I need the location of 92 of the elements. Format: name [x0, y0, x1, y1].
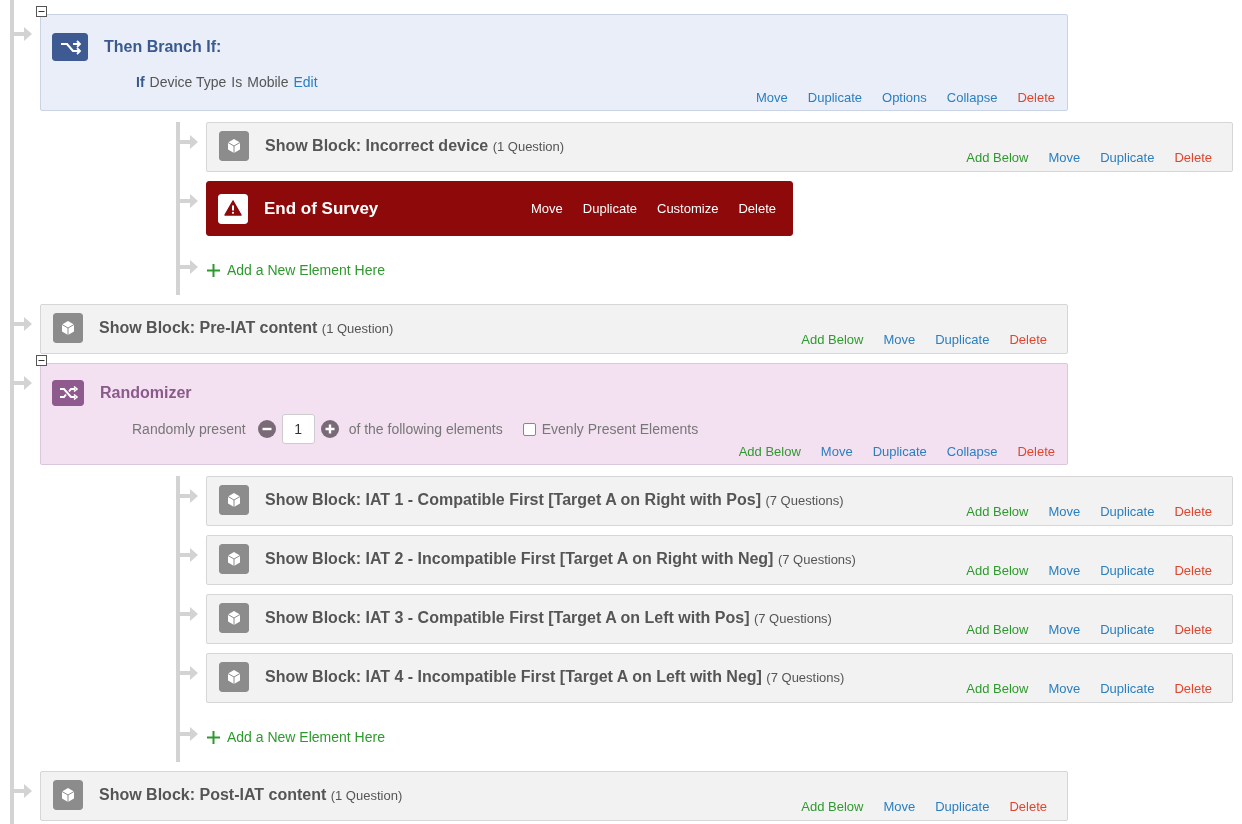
delete-link[interactable]: Delete: [1164, 622, 1222, 637]
action-link[interactable]: Move: [1038, 622, 1091, 637]
action-link[interactable]: Duplicate: [1090, 622, 1165, 637]
randomizer-title: Randomizer: [100, 383, 192, 402]
cube-icon: [219, 662, 249, 692]
cube-icon: [53, 780, 83, 810]
plus-icon: [207, 263, 220, 277]
condition-field: Device Type: [149, 74, 227, 90]
delete-link[interactable]: Delete: [1164, 563, 1222, 578]
action-link[interactable]: Duplicate: [797, 90, 872, 105]
condition-value: Mobile: [247, 74, 289, 90]
action-link[interactable]: Move: [1038, 681, 1091, 696]
end-of-survey-title: End of Survey: [264, 198, 379, 219]
action-link[interactable]: Duplicate: [925, 799, 1000, 814]
action-link[interactable]: Move: [873, 799, 926, 814]
delete-link[interactable]: Delete: [999, 332, 1057, 347]
action-link[interactable]: Options: [872, 90, 937, 105]
delete-link[interactable]: Delete: [1164, 681, 1222, 696]
connector-arrow-icon: [14, 317, 34, 331]
action-link[interactable]: Duplicate: [1090, 563, 1165, 578]
connector-arrow-icon: [180, 727, 200, 741]
action-link[interactable]: Duplicate: [1090, 504, 1165, 519]
delete-link[interactable]: Delete: [999, 799, 1057, 814]
condition-operator: Is: [231, 74, 243, 90]
cube-icon: [219, 544, 249, 574]
connector-arrow-icon: [180, 194, 200, 208]
connector-arrow-icon: [180, 489, 200, 503]
connector-arrow-icon: [14, 376, 34, 390]
delete-link[interactable]: Delete: [728, 201, 786, 216]
action-link[interactable]: Move: [1038, 504, 1091, 519]
block-title: Show Block: Incorrect device (1 Question): [265, 137, 565, 155]
add-below-link[interactable]: Add Below: [956, 681, 1039, 696]
block-title: Show Block: Post-IAT content (1 Question): [99, 786, 403, 804]
delete-link[interactable]: Delete: [1164, 504, 1222, 519]
following-elements-label: of the following elements: [348, 421, 503, 437]
minus-icon[interactable]: [257, 420, 276, 438]
add-below-link[interactable]: Add Below: [956, 150, 1039, 165]
action-link[interactable]: Duplicate: [572, 201, 647, 216]
action-link[interactable]: Duplicate: [862, 444, 937, 459]
add-below-link[interactable]: Add Below: [791, 799, 874, 814]
action-link[interactable]: Customize: [647, 201, 729, 216]
condition-keyword: If: [136, 74, 145, 90]
action-link[interactable]: Move: [873, 332, 926, 347]
action-link[interactable]: Move: [1038, 150, 1091, 165]
checkbox-label: Evenly Present Elements: [541, 421, 699, 437]
connector-arrow-icon: [180, 607, 200, 621]
branch-icon: [52, 32, 88, 61]
connector-arrow-icon: [180, 548, 200, 562]
block-title: Show Block: IAT 1 - Compatible First [Target A on Right with Pos] (7 Questions): [265, 491, 844, 509]
cube-icon: [219, 485, 249, 515]
action-link[interactable]: Move: [810, 444, 863, 459]
delete-link[interactable]: Delete: [1007, 444, 1065, 459]
add-below-link[interactable]: Add Below: [956, 622, 1039, 637]
shuffle-icon: [52, 379, 84, 406]
cube-icon: [53, 313, 83, 343]
connector-arrow-icon: [14, 784, 34, 798]
add-element-link[interactable]: Add a New Element Here: [206, 245, 385, 295]
connector-arrow-icon: [180, 135, 200, 149]
delete-link[interactable]: Delete: [1164, 150, 1222, 165]
block-title: Show Block: IAT 3 - Compatible First [Target A on Left with Pos] (7 Questions): [265, 609, 832, 627]
plus-icon: [207, 730, 220, 744]
connector-arrow-icon: [180, 260, 200, 274]
action-link[interactable]: Move: [746, 90, 798, 105]
warning-icon: [218, 193, 248, 224]
block-title: Show Block: IAT 2 - Incompatible First [Target A on Right with Neg] (7 Questions): [265, 550, 856, 568]
action-link[interactable]: Duplicate: [1090, 150, 1165, 165]
collapse-toggle-icon[interactable]: [36, 355, 47, 366]
randomly-present-label: Randomly present: [132, 421, 246, 437]
block-title: Show Block: Pre-IAT content (1 Question): [99, 319, 394, 337]
cube-icon: [219, 131, 249, 161]
add-below-link[interactable]: Add Below: [791, 332, 874, 347]
plus-icon[interactable]: [320, 420, 339, 438]
action-link[interactable]: Move: [521, 201, 573, 216]
add-below-link[interactable]: Add Below: [728, 444, 811, 459]
action-link[interactable]: Duplicate: [1090, 681, 1165, 696]
collapse-toggle-icon[interactable]: [36, 6, 47, 17]
add-below-link[interactable]: Add Below: [956, 563, 1039, 578]
checkbox[interactable]: [522, 422, 536, 436]
add-below-link[interactable]: Add Below: [956, 504, 1039, 519]
connector-arrow-icon: [14, 27, 34, 41]
action-link[interactable]: Collapse: [936, 90, 1008, 105]
action-link[interactable]: Move: [1038, 563, 1091, 578]
add-element-link[interactable]: Add a New Element Here: [206, 712, 385, 762]
delete-link[interactable]: Delete: [1007, 90, 1065, 105]
action-link[interactable]: Collapse: [936, 444, 1008, 459]
edit-link[interactable]: Edit: [293, 74, 318, 90]
cube-icon: [219, 603, 249, 633]
branch-title: Then Branch If:: [104, 37, 222, 56]
connector-arrow-icon: [180, 666, 200, 680]
count-input[interactable]: 1: [281, 414, 315, 444]
block-title: Show Block: IAT 4 - Incompatible First [Target A on Left with Neg] (7 Questions): [265, 668, 845, 686]
action-link[interactable]: Duplicate: [925, 332, 1000, 347]
